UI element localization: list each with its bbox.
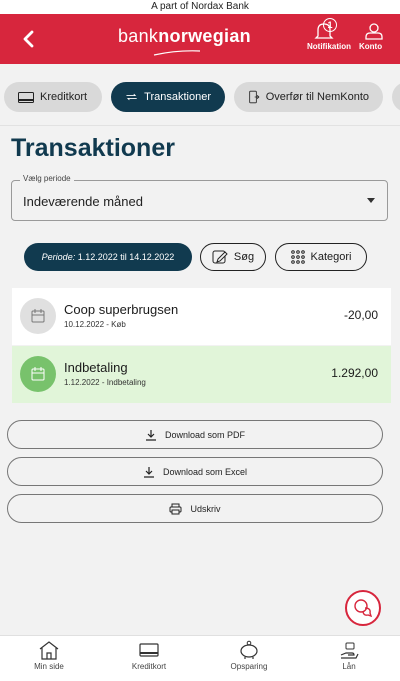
tab-transaktioner[interactable]: Transaktioner <box>111 82 225 112</box>
tab-more[interactable] <box>392 82 400 112</box>
chevron-down-icon <box>367 198 375 203</box>
category-button-label: Kategori <box>310 251 352 263</box>
download-icon <box>145 429 156 441</box>
download-icon <box>143 466 154 478</box>
period-range-chip[interactable]: Periode: 1.12.2022 til 14.12.2022 <box>24 243 192 271</box>
nav-opsparing-label: Opsparing <box>230 662 268 671</box>
transaction-amount: -20,00 <box>343 308 378 322</box>
home-icon <box>39 641 59 660</box>
notification-label: Notifikation <box>307 42 351 51</box>
calendar-icon <box>20 356 56 392</box>
account-button[interactable]: Konto <box>359 18 383 51</box>
period-select-value: Indeværende måned <box>23 194 143 209</box>
transaction-name: Coop superbrugsen <box>64 302 179 317</box>
period-select[interactable]: Vælg periode Indeværende måned <box>11 174 388 221</box>
download-excel-button[interactable]: Download som Excel <box>7 457 383 486</box>
nav-opsparing[interactable]: Opsparing <box>214 640 284 671</box>
transfer-phone-icon <box>249 90 260 104</box>
user-icon <box>365 23 383 40</box>
top-banner: A part of Nordax Bank <box>0 0 400 14</box>
app-header: banknorwegian 1 Notifikation Konto <box>0 14 400 64</box>
transaction-name: Indbetaling <box>64 360 128 375</box>
grid-icon <box>290 250 305 264</box>
logo-swoosh-icon <box>153 50 201 56</box>
bottom-navigation: Min side Kreditkort Opsparing Lån <box>0 635 400 681</box>
print-button[interactable]: Udskriv <box>7 494 383 523</box>
tab-transaktioner-label: Transaktioner <box>144 91 211 103</box>
nav-laan[interactable]: Lån <box>314 640 384 671</box>
transaction-meta: 10.12.2022 - Køb <box>64 320 126 329</box>
download-excel-label: Download som Excel <box>162 466 248 477</box>
transaction-row[interactable]: Coop superbrugsen 10.12.2022 - Køb -20,0… <box>12 288 391 345</box>
notification-button[interactable]: 1 Notifikation <box>307 18 351 51</box>
chat-button[interactable] <box>345 590 381 626</box>
print-label: Udskriv <box>190 503 221 514</box>
transaction-meta: 1.12.2022 - Indbetaling <box>64 378 146 387</box>
nav-min-side-label: Min side <box>34 662 64 671</box>
printer-icon <box>169 503 182 514</box>
credit-card-icon <box>18 91 34 103</box>
category-button[interactable]: Kategori <box>275 243 367 271</box>
chat-bubbles-icon <box>354 599 373 618</box>
page-title: Transaktioner <box>11 134 175 162</box>
back-icon[interactable] <box>18 28 40 50</box>
account-label: Konto <box>359 42 383 51</box>
edit-search-icon <box>212 250 228 264</box>
period-select-legend: Vælg periode <box>20 174 74 183</box>
search-button[interactable]: Søg <box>200 243 266 271</box>
period-prefix: Periode: <box>41 252 76 262</box>
calendar-icon <box>20 298 56 334</box>
period-range: 1.12.2022 til 14.12.2022 <box>77 252 175 262</box>
transaction-row[interactable]: Indbetaling 1.12.2022 - Indbetaling 1.29… <box>12 346 391 403</box>
download-pdf-label: Download som PDF <box>164 429 246 440</box>
download-pdf-button[interactable]: Download som PDF <box>7 420 383 449</box>
notification-count-badge: 1 <box>323 18 337 32</box>
top-banner-text: A part of Nordax Bank <box>151 1 249 12</box>
credit-card-icon <box>139 643 159 657</box>
tab-overfoer-nemkonto[interactable]: Overfør til NemKonto <box>234 82 383 112</box>
piggy-bank-icon <box>240 640 258 659</box>
section-tabs: Kreditkort Transaktioner Overfør til Nem… <box>0 64 400 126</box>
nav-kreditkort-label: Kreditkort <box>131 662 167 671</box>
search-button-label: Søg <box>233 251 255 263</box>
nav-laan-label: Lån <box>342 662 356 671</box>
bank-logo: banknorwegian <box>118 26 251 46</box>
loan-hand-icon <box>340 642 359 659</box>
tab-kreditkort[interactable]: Kreditkort <box>4 82 102 112</box>
tab-overfoer-label: Overfør til NemKonto <box>265 91 369 103</box>
tab-kreditkort-label: Kreditkort <box>40 91 88 103</box>
transfer-arrows-icon <box>126 93 137 101</box>
nav-min-side[interactable]: Min side <box>14 640 84 671</box>
transaction-amount: 1.292,00 <box>331 366 378 380</box>
nav-kreditkort[interactable]: Kreditkort <box>114 640 184 671</box>
